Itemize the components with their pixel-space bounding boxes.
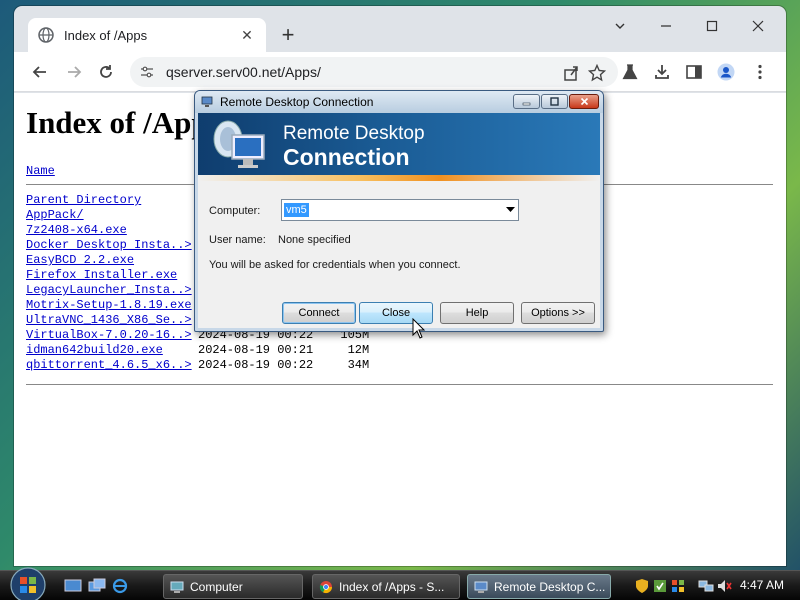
task-browser[interactable]: Index of /Apps - S...: [312, 574, 460, 599]
profile-avatar-icon[interactable]: [716, 62, 736, 82]
rdc-app-icon: [201, 96, 213, 107]
address-bar[interactable]: qserver.serv00.net/Apps/: [130, 57, 618, 87]
banner-title-line2: Connection: [283, 144, 410, 170]
start-orb-icon[interactable]: [8, 565, 48, 600]
listing-row: qbittorrent_4.6.5_x6..> 2024-08-19 00:22 3…: [26, 358, 369, 373]
task-label: Remote Desktop C...: [494, 579, 606, 594]
entry-link[interactable]: UltraVNC_1436_X86_Se..>: [26, 313, 198, 328]
dialog-title: Remote Desktop Connection: [220, 95, 374, 109]
help-button[interactable]: Help: [440, 302, 514, 324]
divider: [26, 384, 773, 385]
taskbar: Computer Index of /Apps - S... Remote De…: [0, 567, 800, 600]
dialog-body: Remote Desktop Connection Computer: vm5 …: [198, 113, 600, 328]
chrome-icon: [319, 580, 332, 593]
volume-muted-icon[interactable]: [716, 578, 732, 594]
computer-label: Computer:: [209, 205, 261, 217]
entry-link[interactable]: VirtualBox-7.0.20-16..>: [26, 328, 198, 343]
column-name-link[interactable]: Name: [26, 164, 55, 178]
rdc-app-icon: [474, 581, 488, 593]
browser-toolbar: qserver.serv00.net/Apps/: [14, 52, 786, 92]
task-remote-desktop[interactable]: Remote Desktop C...: [467, 574, 611, 599]
close-window-button[interactable]: [738, 16, 778, 36]
dialog-close-button[interactable]: [569, 94, 599, 109]
labs-flask-icon[interactable]: [620, 62, 640, 82]
entry-link[interactable]: Docker Desktop Insta..>: [26, 238, 198, 253]
bookmark-star-icon[interactable]: [588, 64, 606, 82]
side-panel-icon[interactable]: [684, 62, 704, 82]
dropdown-arrow-icon[interactable]: [506, 207, 515, 213]
entry-link[interactable]: idman642build20.exe: [26, 343, 198, 358]
entry-link[interactable]: qbittorrent_4.6.5_x6..>: [26, 358, 198, 373]
entry-link[interactable]: EasyBCD 2.2.exe: [26, 253, 198, 268]
globe-icon: [38, 27, 54, 43]
dialog-minimize-button[interactable]: [513, 94, 540, 109]
internet-explorer-icon[interactable]: [111, 578, 129, 594]
minimize-button[interactable]: [646, 16, 686, 36]
menu-kebab-icon[interactable]: [750, 62, 770, 82]
back-arrow-icon[interactable]: [28, 60, 52, 84]
url-text: qserver.serv00.net/Apps/: [166, 64, 321, 80]
forward-arrow-icon[interactable]: [62, 60, 86, 84]
entry-link[interactable]: AppPack/: [26, 208, 198, 223]
monitor-satellite-icon: [213, 120, 265, 168]
entry-link[interactable]: LegacyLauncher_Insta..>: [26, 283, 198, 298]
entry-link[interactable]: Motrix-Setup-1.8.19.exe: [26, 298, 198, 313]
entry-size: 12M: [347, 343, 370, 357]
remote-desktop-dialog: Remote Desktop Connection Remote Desktop…: [194, 90, 604, 332]
clock[interactable]: 4:47 AM: [740, 578, 784, 592]
switch-windows-icon[interactable]: [88, 578, 106, 594]
task-computer[interactable]: Computer: [163, 574, 303, 599]
site-info-icon[interactable]: [140, 65, 154, 79]
show-desktop-icon[interactable]: [64, 578, 82, 594]
mouse-cursor-icon: [412, 318, 426, 339]
credentials-note: You will be asked for credentials when y…: [209, 259, 461, 271]
tab-index-of-apps[interactable]: Index of /Apps ✕: [28, 18, 266, 52]
maximize-button[interactable]: [692, 16, 732, 36]
entry-link[interactable]: 7z2408-x64.exe: [26, 223, 198, 238]
dialog-maximize-button[interactable]: [541, 94, 568, 109]
computer-icon: [170, 581, 184, 593]
entry-link[interactable]: Parent Directory: [26, 193, 198, 208]
entry-date: 2024-08-19 00:21: [198, 343, 314, 357]
dialog-banner: Remote Desktop Connection: [198, 113, 600, 175]
task-label: Computer: [190, 579, 243, 594]
options-button[interactable]: Options >>: [521, 302, 595, 324]
computer-combobox[interactable]: vm5: [281, 199, 519, 221]
tab-close-icon[interactable]: ✕: [238, 26, 256, 44]
network-icon[interactable]: [698, 578, 714, 594]
share-icon[interactable]: [562, 64, 580, 82]
dialog-titlebar[interactable]: Remote Desktop Connection: [195, 91, 603, 113]
banner-title-line1: Remote Desktop: [283, 123, 425, 144]
entry-size: 34M: [347, 358, 370, 372]
reload-icon[interactable]: [94, 60, 118, 84]
username-value: None specified: [278, 234, 351, 246]
banner-stripe: [198, 175, 600, 181]
entry-date: 2024-08-19 00:22: [198, 358, 314, 372]
entry-link[interactable]: Firefox Installer.exe: [26, 268, 198, 283]
download-icon[interactable]: [652, 62, 672, 82]
chevron-down-icon[interactable]: [600, 16, 640, 36]
windows-flag-icon[interactable]: [670, 578, 686, 594]
windows-defender-icon[interactable]: [652, 578, 668, 594]
listing-row: idman642build20.exe 2024-08-19 00:21 12M: [26, 343, 369, 358]
computer-value: vm5: [284, 203, 309, 217]
connect-button[interactable]: Connect: [282, 302, 356, 324]
security-shield-icon[interactable]: [634, 578, 650, 594]
task-label: Index of /Apps - S...: [339, 579, 445, 594]
tab-title: Index of /Apps: [64, 27, 148, 43]
new-tab-button[interactable]: +: [276, 24, 300, 48]
tab-strip: Index of /Apps ✕ +: [14, 6, 786, 52]
username-label: User name:: [209, 234, 266, 246]
page-heading: Index of /Apps: [26, 105, 221, 140]
